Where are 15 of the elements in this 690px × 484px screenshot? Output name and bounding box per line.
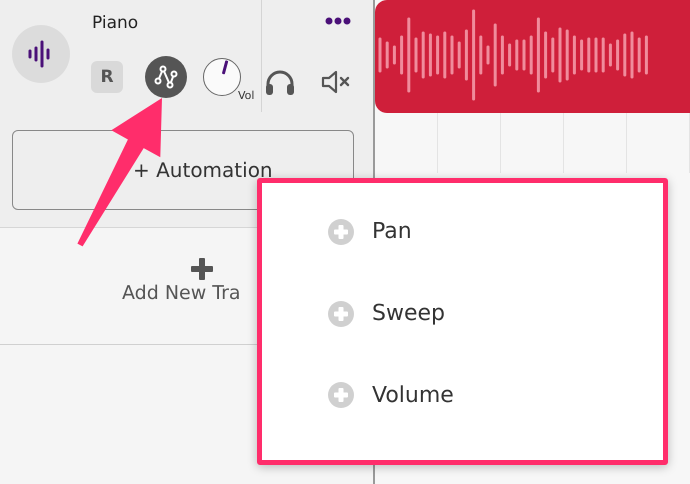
nodes-icon	[154, 65, 178, 89]
plus-circle-icon	[328, 382, 354, 408]
track-name: Piano	[92, 12, 140, 34]
automation-toggle-button[interactable]	[145, 56, 187, 98]
menu-item[interactable]: Volume	[262, 354, 460, 436]
plus-icon[interactable]	[191, 258, 213, 280]
more-icon[interactable]	[325, 17, 351, 25]
menu-item[interactable]: Sweep	[262, 272, 451, 354]
volume-label: Vol	[238, 89, 254, 102]
mute-icon[interactable]	[321, 69, 351, 95]
headphones-icon[interactable]	[265, 69, 295, 95]
plus-circle-icon	[328, 300, 354, 326]
add-track-label[interactable]: Add New Tra	[122, 282, 241, 304]
record-button[interactable]: R	[91, 61, 123, 93]
plus-circle-icon	[328, 218, 354, 245]
